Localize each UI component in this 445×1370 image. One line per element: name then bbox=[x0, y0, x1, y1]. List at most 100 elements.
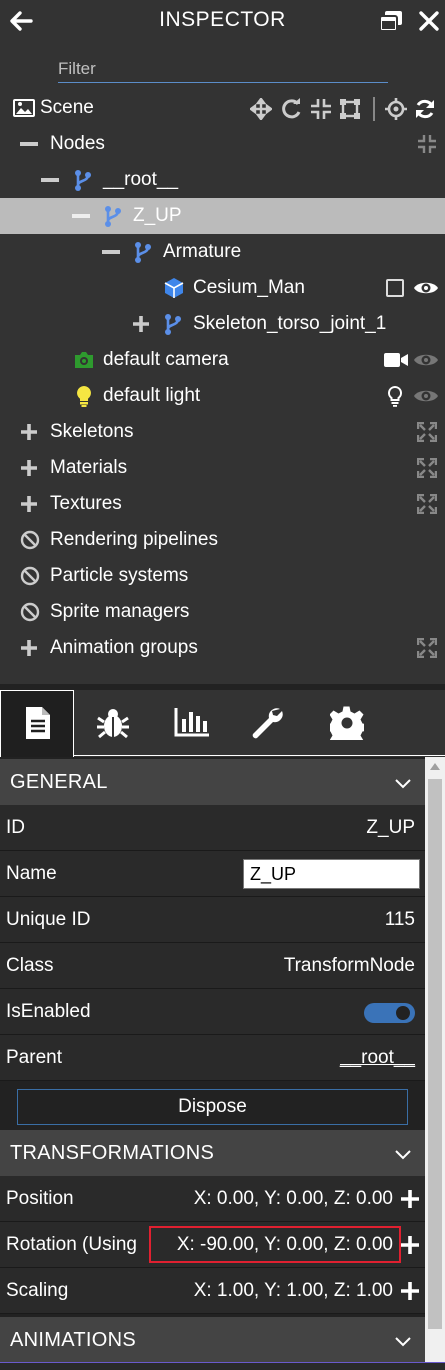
ban-icon bbox=[20, 530, 40, 550]
name-input[interactable] bbox=[243, 859, 420, 889]
scroll-up-arrow[interactable] bbox=[430, 763, 440, 770]
animation-groups-label: Animation groups bbox=[50, 637, 198, 658]
nodes-label: Nodes bbox=[50, 133, 105, 154]
tree-item-zup[interactable]: Z_UP bbox=[0, 198, 445, 234]
tree-item-nodes[interactable]: Nodes bbox=[0, 126, 445, 162]
tree-item-cesium-man[interactable]: Cesium_Man bbox=[0, 270, 445, 306]
statistics-chart-icon bbox=[174, 708, 209, 737]
rotate-icon[interactable] bbox=[280, 98, 302, 120]
scaling-value[interactable]: X: 1.00, Y: 1.00, Z: 1.00 bbox=[194, 1280, 393, 1302]
collapse-all-icon[interactable] bbox=[417, 134, 437, 154]
root-label: __root__ bbox=[103, 169, 179, 190]
move-arrows-icon[interactable] bbox=[250, 98, 272, 120]
tree-item-skeletons[interactable]: Skeletons bbox=[0, 414, 445, 450]
sprites-label: Sprite managers bbox=[50, 601, 190, 622]
tab-statistics[interactable] bbox=[152, 690, 226, 756]
expand-all-icon[interactable] bbox=[417, 638, 437, 658]
properties-scrollbar[interactable] bbox=[425, 757, 445, 1370]
scrollbar-thumb[interactable] bbox=[428, 779, 442, 1329]
tree-item-sprite-managers[interactable]: Sprite managers bbox=[0, 594, 445, 630]
tree-item-root[interactable]: __root__ bbox=[0, 162, 445, 198]
section-general-header[interactable]: GENERAL bbox=[0, 759, 425, 805]
tab-settings[interactable] bbox=[308, 690, 382, 756]
section-transformations-header[interactable]: TRANSFORMATIONS bbox=[0, 1130, 425, 1176]
scene-row[interactable]: Scene bbox=[0, 90, 445, 126]
chevron-down-icon[interactable] bbox=[393, 1144, 413, 1164]
close-icon[interactable] bbox=[418, 10, 440, 32]
prop-row-class: Class TransformNode bbox=[0, 943, 425, 989]
video-camera-icon[interactable] bbox=[383, 351, 409, 369]
animations-title: ANIMATIONS bbox=[10, 1329, 136, 1351]
tab-debug[interactable] bbox=[76, 690, 150, 756]
tree-item-default-camera[interactable]: default camera bbox=[0, 342, 445, 378]
scene-label: Scene bbox=[40, 97, 94, 118]
tree-item-skeleton-joint[interactable]: Skeleton_torso_joint_1 bbox=[0, 306, 445, 342]
expand-all-icon[interactable] bbox=[417, 458, 437, 478]
eye-icon[interactable] bbox=[413, 386, 439, 406]
class-value: TransformNode bbox=[283, 955, 415, 976]
prop-row-rotation: Rotation (Using X: -90.00, Y: 0.00, Z: 0… bbox=[0, 1222, 425, 1268]
collapse-minus-icon[interactable] bbox=[41, 178, 59, 182]
plus-icon[interactable] bbox=[399, 1234, 421, 1256]
expand-plus-icon[interactable] bbox=[20, 423, 38, 441]
prop-row-dispose: Dispose bbox=[0, 1081, 425, 1133]
expand-plus-icon[interactable] bbox=[20, 459, 38, 477]
expand-plus-icon[interactable] bbox=[132, 315, 150, 333]
scaling-label: Scaling bbox=[6, 1280, 69, 1301]
ban-icon bbox=[20, 602, 40, 622]
plus-icon[interactable] bbox=[399, 1280, 421, 1302]
light-label: default light bbox=[103, 385, 201, 406]
expand-plus-icon[interactable] bbox=[20, 495, 38, 513]
expand-plus-icon[interactable] bbox=[20, 639, 38, 657]
properties-icon bbox=[26, 707, 50, 739]
crosshair-icon[interactable] bbox=[385, 98, 407, 120]
expand-all-icon[interactable] bbox=[417, 494, 437, 514]
tree-item-armature[interactable]: Armature bbox=[0, 234, 445, 270]
bounding-box-checkbox[interactable] bbox=[386, 279, 404, 297]
tree-item-textures[interactable]: Textures bbox=[0, 486, 445, 522]
eye-icon[interactable] bbox=[413, 278, 439, 298]
skeleton-joint-label: Skeleton_torso_joint_1 bbox=[193, 313, 387, 334]
camera-icon bbox=[75, 352, 93, 368]
plus-icon[interactable] bbox=[399, 1188, 421, 1210]
collapse-minus-icon[interactable] bbox=[72, 214, 90, 218]
window-restore-icon[interactable] bbox=[378, 9, 404, 33]
name-label: Name bbox=[6, 863, 57, 884]
collapse-minus-icon[interactable] bbox=[20, 142, 38, 146]
expand-all-icon[interactable] bbox=[417, 422, 437, 442]
isenabled-label: IsEnabled bbox=[6, 1001, 91, 1022]
tools-wrench-icon bbox=[252, 708, 283, 739]
bounding-box-icon[interactable] bbox=[339, 98, 361, 120]
property-tabs bbox=[0, 690, 445, 757]
tab-properties[interactable] bbox=[0, 690, 74, 757]
isenabled-toggle[interactable] bbox=[364, 1003, 415, 1023]
tree-item-materials[interactable]: Materials bbox=[0, 450, 445, 486]
unique-id-value: 115 bbox=[384, 909, 415, 930]
prop-row-isenabled: IsEnabled bbox=[0, 989, 425, 1035]
ban-icon bbox=[20, 566, 40, 586]
debug-bug-icon bbox=[97, 709, 129, 739]
refresh-icon[interactable] bbox=[414, 98, 436, 120]
section-animations-header[interactable]: ANIMATIONS bbox=[0, 1317, 425, 1363]
tree-item-default-light[interactable]: default light bbox=[0, 378, 445, 414]
position-value[interactable]: X: 0.00, Y: 0.00, Z: 0.00 bbox=[194, 1188, 393, 1210]
collapse-minus-icon[interactable] bbox=[102, 250, 120, 254]
toggle-knob bbox=[396, 1006, 410, 1020]
parent-label: Parent bbox=[6, 1047, 62, 1068]
eye-icon[interactable] bbox=[413, 350, 439, 370]
tree-item-animation-groups[interactable]: Animation groups bbox=[0, 630, 445, 666]
filter-input[interactable] bbox=[58, 56, 388, 82]
tree-item-rendering-pipelines[interactable]: Rendering pipelines bbox=[0, 522, 445, 558]
parent-link[interactable]: __root__ bbox=[340, 1047, 415, 1069]
prop-row-unique-id: Unique ID 115 bbox=[0, 897, 425, 943]
scale-icon[interactable] bbox=[310, 98, 332, 120]
dispose-button[interactable]: Dispose bbox=[17, 1089, 408, 1125]
chevron-down-icon[interactable] bbox=[393, 1331, 413, 1351]
tree-item-particle-systems[interactable]: Particle systems bbox=[0, 558, 445, 594]
highlight-box bbox=[149, 1226, 401, 1263]
tab-tools[interactable] bbox=[230, 690, 304, 756]
prop-row-id: ID Z_UP bbox=[0, 805, 425, 851]
lightbulb-outline-icon[interactable] bbox=[387, 385, 403, 407]
code-branch-icon bbox=[135, 242, 151, 263]
chevron-down-icon[interactable] bbox=[393, 773, 413, 793]
